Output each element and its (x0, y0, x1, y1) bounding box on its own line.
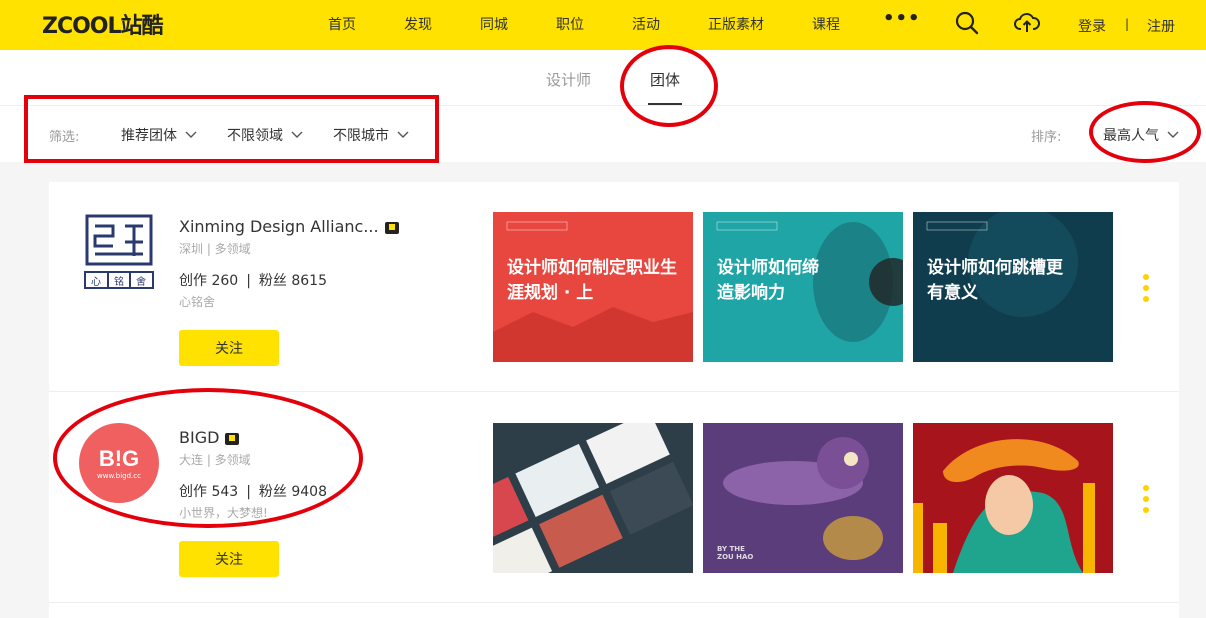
thumb-background (493, 423, 693, 573)
work-thumbnail[interactable]: BY THE ZOU HAO (703, 423, 903, 573)
work-thumbnail[interactable] (493, 423, 693, 573)
nav-discover[interactable]: 发现 (404, 14, 432, 34)
login-link[interactable]: 登录 (1078, 16, 1106, 36)
team-location: 深圳 | 多领域 (179, 242, 251, 256)
follow-button[interactable]: 关注 (179, 541, 279, 577)
team-row: 心 铭 舍 Xinming Design Allianc... 深圳 | 多领域… (49, 182, 1179, 392)
zcool-logo[interactable]: ZCOOL站酷 (42, 8, 164, 40)
nav-divider: | (1125, 17, 1130, 31)
work-thumbnail[interactable]: 设计师如何制定职业生涯规划 · 上 (493, 212, 693, 362)
thumb-title: 设计师如何制定职业生涯规划 · 上 (507, 258, 677, 303)
annotation-rectangle (24, 95, 439, 163)
fans-count: 8615 (291, 273, 327, 289)
work-thumbnail[interactable] (913, 423, 1113, 573)
sort-label: 排序: (1031, 130, 1062, 145)
xinming-logo[interactable]: 心 铭 舍 (79, 212, 159, 292)
annotation-circle (1089, 101, 1201, 163)
top-navbar: ZCOOL站酷 首页 发现 同城 职位 活动 正版素材 课程 ••• 登录 | … (0, 0, 1206, 50)
team-slogan: 心铭舍 (179, 295, 216, 309)
annotation-circle (53, 388, 363, 528)
team-name[interactable]: Xinming Design Allianc... (179, 217, 399, 236)
more-options-icon[interactable] (1143, 274, 1149, 307)
fans-label: 粉丝 (258, 273, 287, 289)
nav-courses[interactable]: 课程 (812, 14, 840, 34)
register-link[interactable]: 注册 (1147, 16, 1175, 36)
team-stats: 创作 260 | 粉丝 8615 (179, 273, 327, 289)
team-name-text: Xinming Design Allianc... (179, 217, 379, 236)
verified-badge-icon (384, 221, 399, 234)
search-icon[interactable] (954, 10, 980, 36)
nav-jobs[interactable]: 职位 (556, 14, 584, 34)
annotation-circle (620, 45, 718, 127)
tab-designers[interactable]: 设计师 (546, 69, 591, 90)
thumb-background (913, 439, 1095, 573)
svg-text:铭: 铭 (114, 275, 124, 288)
works-label: 创作 (179, 273, 207, 289)
svg-text:心: 心 (91, 276, 101, 288)
nav-events[interactable]: 活动 (632, 14, 660, 34)
more-options-icon[interactable] (1143, 485, 1149, 518)
work-thumbnail[interactable]: 设计师如何缔造影响力 (703, 212, 903, 362)
upload-cloud-icon[interactable] (1014, 10, 1040, 36)
thumb-title: 设计师如何跳槽更有意义 (927, 258, 1063, 303)
thumb-title: 设计师如何缔造影响力 (717, 258, 819, 303)
follow-button[interactable]: 关注 (179, 330, 279, 366)
more-menu-icon[interactable]: ••• (883, 8, 921, 29)
work-thumbnail[interactable]: 设计师如何跳槽更有意义 (913, 212, 1113, 362)
works-count: 260 (211, 273, 239, 289)
thumb-caption: BY THE ZOU HAO (717, 545, 754, 561)
nav-local[interactable]: 同城 (480, 14, 508, 34)
svg-text:舍: 舍 (136, 275, 146, 288)
nav-home[interactable]: 首页 (328, 14, 356, 34)
nav-stock[interactable]: 正版素材 (708, 14, 764, 34)
